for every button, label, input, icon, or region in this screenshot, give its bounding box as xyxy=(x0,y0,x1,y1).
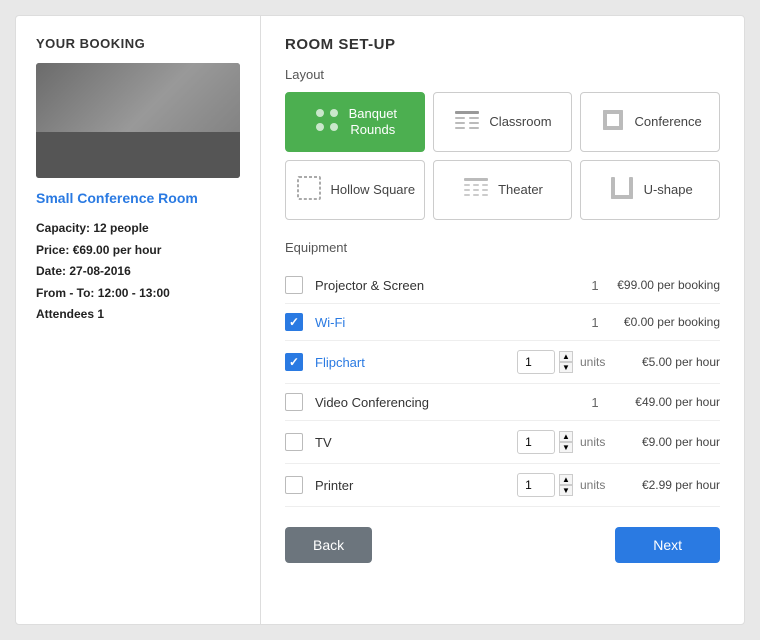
date-value: 27-08-2016 xyxy=(69,264,130,278)
equipment-title: Equipment xyxy=(285,240,720,255)
attendees-value: 1 xyxy=(97,307,104,321)
theater-label: Theater xyxy=(498,182,543,198)
main-container: YOUR BOOKING Small Conference Room Capac… xyxy=(15,15,745,625)
flipchart-units: units xyxy=(580,355,610,369)
flipchart-qty-input[interactable] xyxy=(517,350,555,374)
equipment-row-video-conf: Video Conferencing 1 €49.00 per hour xyxy=(285,384,720,421)
printer-units: units xyxy=(580,478,610,492)
back-button[interactable]: Back xyxy=(285,527,372,563)
checkbox-projector[interactable] xyxy=(285,276,303,294)
hollow-square-icon xyxy=(295,174,323,206)
layout-theater[interactable]: Theater xyxy=(433,160,573,220)
classroom-label: Classroom xyxy=(489,114,551,130)
left-panel: YOUR BOOKING Small Conference Room Capac… xyxy=(16,16,261,624)
layout-classroom[interactable]: Classroom xyxy=(433,92,573,152)
right-panel: ROOM SET-UP Layout BanquetRounds xyxy=(261,16,744,624)
checkbox-wifi[interactable] xyxy=(285,313,303,331)
printer-qty-input[interactable] xyxy=(517,473,555,497)
price-row: Price: €69.00 per hour xyxy=(36,240,240,262)
from-to-row: From - To: 12:00 - 13:00 xyxy=(36,283,240,305)
checkbox-video-conf[interactable] xyxy=(285,393,303,411)
room-image xyxy=(36,63,240,178)
tv-qty-down[interactable]: ▼ xyxy=(559,442,573,453)
layout-banquet[interactable]: BanquetRounds xyxy=(285,92,425,152)
from-to-label: From - To: xyxy=(36,286,94,300)
layout-hollow-square[interactable]: Hollow Square xyxy=(285,160,425,220)
equip-name-video-conf: Video Conferencing xyxy=(315,395,580,410)
equip-qty-projector: 1 xyxy=(580,278,610,293)
tv-qty-wrap: ▲ ▼ units xyxy=(517,430,610,454)
flipchart-spinner: ▲ ▼ xyxy=(559,351,573,373)
capacity-row: Capacity: 12 people xyxy=(36,218,240,240)
equip-price-projector: €99.00 per booking xyxy=(610,278,720,292)
equip-name-flipchart: Flipchart xyxy=(315,355,517,370)
layout-label: Layout xyxy=(285,67,720,82)
equipment-row-tv: TV ▲ ▼ units €9.00 per hour xyxy=(285,421,720,464)
equip-price-flipchart: €5.00 per hour xyxy=(610,355,720,369)
capacity-label: Capacity: xyxy=(36,221,90,235)
tv-units: units xyxy=(580,435,610,449)
tv-spinner: ▲ ▼ xyxy=(559,431,573,453)
flipchart-qty-down[interactable]: ▼ xyxy=(559,362,573,373)
equip-price-printer: €2.99 per hour xyxy=(610,478,720,492)
equip-qty-wifi: 1 xyxy=(580,315,610,330)
button-row: Back Next xyxy=(285,527,720,563)
equip-name-printer: Printer xyxy=(315,478,517,493)
equipment-row-flipchart: Flipchart ▲ ▼ units €5.00 per hour xyxy=(285,341,720,384)
tv-qty-input[interactable] xyxy=(517,430,555,454)
printer-qty-wrap: ▲ ▼ units xyxy=(517,473,610,497)
room-image-inner xyxy=(36,63,240,178)
date-label: Date: xyxy=(36,264,66,278)
price-label: Price: xyxy=(36,243,69,257)
room-name-link[interactable]: Small Conference Room xyxy=(36,190,240,206)
conference-label: Conference xyxy=(635,114,702,130)
booking-title: YOUR BOOKING xyxy=(36,36,240,51)
attendees-label: Attendees xyxy=(36,307,94,321)
banquet-label: BanquetRounds xyxy=(349,106,397,137)
checkbox-tv[interactable] xyxy=(285,433,303,451)
layout-grid: BanquetRounds Classroom xyxy=(285,92,720,220)
flipchart-qty-up[interactable]: ▲ xyxy=(559,351,573,362)
layout-conference[interactable]: Conference xyxy=(580,92,720,152)
hollow-square-label: Hollow Square xyxy=(331,182,416,198)
checkbox-flipchart[interactable] xyxy=(285,353,303,371)
equip-name-tv: TV xyxy=(315,435,517,450)
classroom-icon xyxy=(453,106,481,138)
banquet-icon xyxy=(313,106,341,138)
equip-price-wifi: €0.00 per booking xyxy=(610,315,720,329)
equip-qty-video-conf: 1 xyxy=(580,395,610,410)
conference-icon xyxy=(599,106,627,138)
room-setup-title: ROOM SET-UP xyxy=(285,36,720,53)
price-value: €69.00 per hour xyxy=(73,243,162,257)
equip-name-projector: Projector & Screen xyxy=(315,278,580,293)
checkbox-printer[interactable] xyxy=(285,476,303,494)
equip-name-wifi: Wi-Fi xyxy=(315,315,580,330)
from-to-value: 12:00 - 13:00 xyxy=(98,286,170,300)
u-shape-label: U-shape xyxy=(644,182,693,198)
equip-price-tv: €9.00 per hour xyxy=(610,435,720,449)
flipchart-qty-wrap: ▲ ▼ units xyxy=(517,350,610,374)
date-row: Date: 27-08-2016 xyxy=(36,261,240,283)
equipment-row-projector: Projector & Screen 1 €99.00 per booking xyxy=(285,267,720,304)
equipment-row-wifi: Wi-Fi 1 €0.00 per booking xyxy=(285,304,720,341)
next-button[interactable]: Next xyxy=(615,527,720,563)
printer-qty-up[interactable]: ▲ xyxy=(559,474,573,485)
equip-price-video-conf: €49.00 per hour xyxy=(610,395,720,409)
tv-qty-up[interactable]: ▲ xyxy=(559,431,573,442)
capacity-value: 12 people xyxy=(93,221,148,235)
booking-details: Capacity: 12 people Price: €69.00 per ho… xyxy=(36,218,240,326)
printer-qty-down[interactable]: ▼ xyxy=(559,485,573,496)
u-shape-icon xyxy=(608,174,636,206)
attendees-row: Attendees 1 xyxy=(36,304,240,326)
theater-icon xyxy=(462,174,490,206)
printer-spinner: ▲ ▼ xyxy=(559,474,573,496)
equipment-row-printer: Printer ▲ ▼ units €2.99 per hour xyxy=(285,464,720,507)
layout-u-shape[interactable]: U-shape xyxy=(580,160,720,220)
